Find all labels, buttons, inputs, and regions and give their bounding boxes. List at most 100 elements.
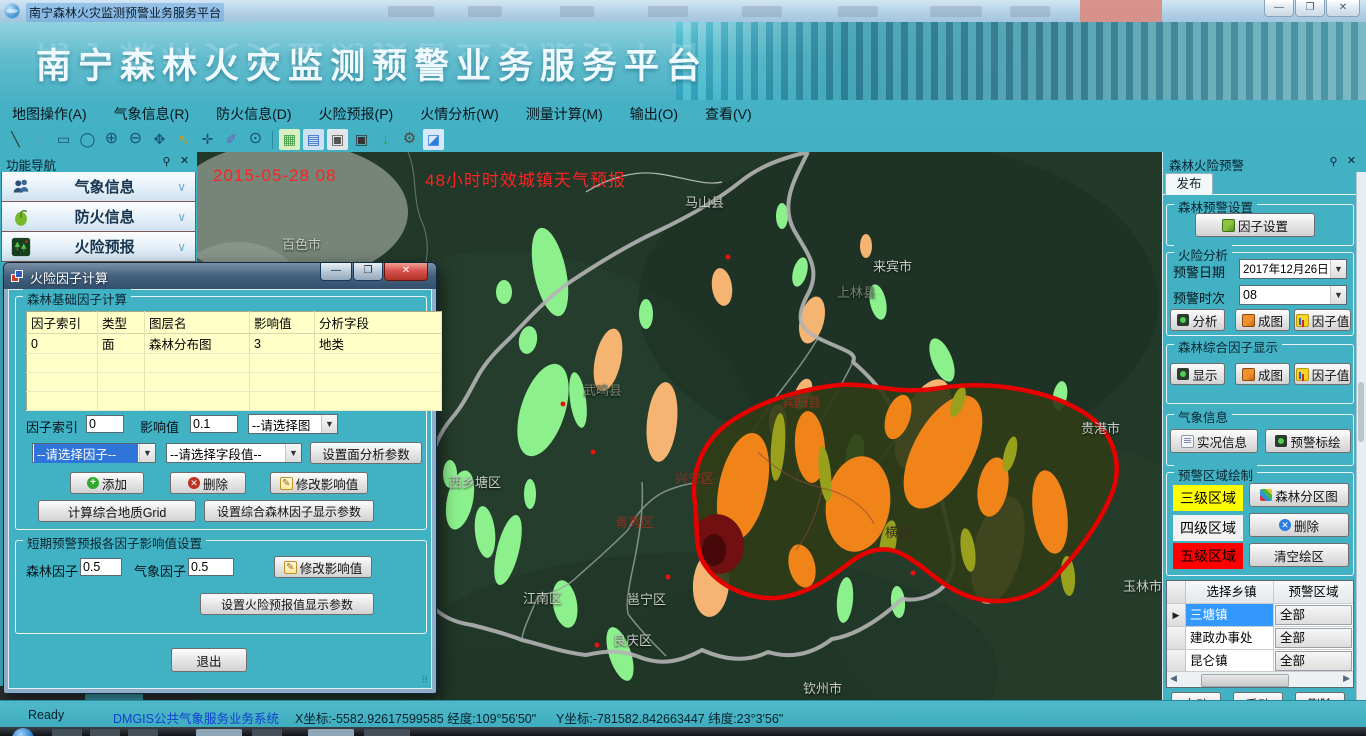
- make-map-button[interactable]: 成图: [1235, 309, 1290, 331]
- polygon-tool-icon[interactable]: ▱: [29, 129, 50, 150]
- window-close-button[interactable]: ✕: [1326, 0, 1360, 17]
- set-area-params-button[interactable]: 设置面分析参数: [310, 442, 422, 464]
- area-all-button[interactable]: 全部: [1275, 628, 1352, 648]
- download-icon[interactable]: ↓: [375, 129, 396, 150]
- table-row[interactable]: 昆仑镇 全部: [1167, 650, 1353, 673]
- dialog-minimize-button[interactable]: —: [320, 263, 352, 281]
- factor-combo[interactable]: --请选择因子-- ▼: [32, 443, 156, 463]
- menu-measure-calc[interactable]: 测量计算(M): [526, 104, 603, 124]
- table-row[interactable]: ▶ 三塘镇 全部: [1167, 604, 1353, 627]
- menu-fire-prevention[interactable]: 防火信息(D): [216, 104, 291, 124]
- table-row[interactable]: 0面 森林分布图3 地类: [27, 334, 442, 354]
- factor-table[interactable]: 因子索引 类型 图层名 影响值 分析字段 0面 森林分布图3 地类: [26, 311, 442, 411]
- pin-icon[interactable]: ⚲: [160, 155, 173, 168]
- close-icon[interactable]: ✕: [1345, 154, 1358, 167]
- horizontal-scrollbar[interactable]: ◀ ▶: [1167, 671, 1353, 687]
- pan-move-icon[interactable]: ✛: [197, 129, 218, 150]
- make-map-button[interactable]: 成图: [1235, 363, 1290, 385]
- identify-icon[interactable]: ✐: [221, 129, 242, 150]
- taskbar-item[interactable]: [252, 729, 282, 736]
- settings-gear-icon[interactable]: ⚙: [399, 129, 420, 150]
- pin-icon[interactable]: ⚲: [1327, 155, 1340, 168]
- sidebar-item-weather-info[interactable]: 气象信息 ∨: [1, 172, 196, 202]
- zoom-out-icon[interactable]: ⊖: [125, 129, 146, 150]
- modify-influence-button[interactable]: ✎ 修改影响值: [274, 556, 372, 578]
- zoom-select-icon[interactable]: ⊙: [245, 129, 266, 150]
- zoom-in-icon[interactable]: ⊕: [101, 129, 122, 150]
- field-value-combo[interactable]: --请选择字段值-- ▼: [166, 443, 302, 463]
- add-button[interactable]: + 添加: [70, 472, 144, 494]
- taskbar-item[interactable]: [52, 729, 82, 736]
- influence-input[interactable]: [190, 415, 238, 433]
- map-document-icon[interactable]: ▤: [303, 129, 324, 150]
- select-arrow-icon[interactable]: ↖: [173, 129, 194, 150]
- dialog-title-bar[interactable]: 火险因子计算 — ❐ ✕: [4, 263, 436, 289]
- warning-plot-button[interactable]: 预警标绘: [1265, 429, 1351, 453]
- live-info-button[interactable]: 实况信息: [1170, 429, 1258, 453]
- level4-area-swatch[interactable]: 四级区域: [1173, 515, 1243, 541]
- table-row[interactable]: 建政办事处 全部: [1167, 627, 1353, 650]
- area-all-button[interactable]: 全部: [1275, 651, 1352, 671]
- taskbar-item[interactable]: [196, 729, 242, 736]
- taskbar-item[interactable]: [364, 729, 410, 736]
- delete-button[interactable]: ✕ 删除: [170, 472, 246, 494]
- display-button[interactable]: 显示: [1170, 363, 1225, 385]
- print-icon[interactable]: ▣: [327, 129, 348, 150]
- forest-factor-input[interactable]: [80, 558, 122, 576]
- close-icon[interactable]: ✕: [178, 154, 191, 167]
- vertical-scrollbar[interactable]: [1356, 172, 1366, 700]
- menu-weather-info[interactable]: 气象信息(R): [114, 104, 189, 124]
- scrollbar-thumb[interactable]: [1201, 674, 1289, 687]
- print-export-icon[interactable]: ▣: [351, 129, 372, 150]
- ellipse-tool-icon[interactable]: ◯: [77, 129, 98, 150]
- scroll-right-icon[interactable]: ▶: [1343, 673, 1350, 684]
- window-minimize-button[interactable]: —: [1264, 0, 1294, 17]
- scroll-left-icon[interactable]: ◀: [1170, 673, 1177, 684]
- export-image-icon[interactable]: ▦: [279, 129, 300, 150]
- rectangle-tool-icon[interactable]: ▭: [53, 129, 74, 150]
- menu-fire-analysis[interactable]: 火情分析(W): [420, 104, 499, 124]
- menu-fire-risk-forecast[interactable]: 火险预报(P): [319, 104, 394, 124]
- manual-button[interactable]: 手动: [1233, 692, 1283, 700]
- menu-view[interactable]: 查看(V): [705, 104, 752, 124]
- factor-index-input[interactable]: [86, 415, 124, 433]
- clear-drawing-button[interactable]: 清空绘区: [1249, 543, 1349, 567]
- layer-combo[interactable]: --请选择图 ▼: [248, 414, 338, 434]
- factor-settings-button[interactable]: 因子设置: [1195, 213, 1315, 237]
- taskbar-item[interactable]: [90, 729, 120, 736]
- factor-value-button[interactable]: 因子值: [1294, 309, 1351, 331]
- warning-date-combo[interactable]: 2017年12月26日 ▼: [1239, 259, 1347, 279]
- start-button[interactable]: [12, 728, 34, 736]
- menu-map-operations[interactable]: 地图操作(A): [12, 104, 87, 124]
- delete-button[interactable]: 删除: [1295, 692, 1345, 700]
- delete-area-button[interactable]: ✕ 删除: [1249, 513, 1349, 537]
- dialog-maximize-button[interactable]: ❐: [353, 263, 383, 281]
- weather-factor-input[interactable]: [188, 558, 234, 576]
- taskbar-item[interactable]: [128, 729, 158, 736]
- set-forecast-display-button[interactable]: 设置火险预报值显示参数: [200, 593, 374, 615]
- window-restore-button[interactable]: ❐: [1295, 0, 1325, 17]
- dialog-close-button[interactable]: ✕: [384, 263, 428, 281]
- sidebar-item-fire-risk-forecast[interactable]: 火险预报 ∨: [1, 232, 196, 262]
- resize-grip[interactable]: ⠿: [421, 675, 428, 686]
- factor-value-button[interactable]: 因子值: [1294, 363, 1351, 385]
- windows-taskbar[interactable]: [0, 727, 1366, 736]
- auto-button[interactable]: 自动: [1171, 692, 1221, 700]
- area-all-button[interactable]: 全部: [1275, 605, 1352, 625]
- calc-grid-button[interactable]: 计算综合地质Grid: [38, 500, 196, 522]
- analyze-button[interactable]: 分析: [1170, 309, 1225, 331]
- menu-output[interactable]: 输出(O): [630, 104, 678, 124]
- set-composite-display-button[interactable]: 设置综合森林因子显示参数: [204, 500, 374, 522]
- sidebar-item-fire-prevention[interactable]: 防火信息 ∨: [1, 202, 196, 232]
- warning-time-combo[interactable]: 08 ▼: [1239, 285, 1347, 305]
- scrollbar-thumb[interactable]: [1358, 382, 1364, 442]
- exit-button[interactable]: 退出: [171, 648, 247, 672]
- line-tool-icon[interactable]: ╲: [5, 129, 26, 150]
- pan-hand-icon[interactable]: ✥: [149, 129, 170, 150]
- level5-area-swatch[interactable]: 五级区域: [1173, 543, 1243, 569]
- image-viewer-icon[interactable]: ◪: [423, 129, 444, 150]
- taskbar-item[interactable]: [308, 729, 354, 736]
- tab-publish[interactable]: 发布: [1165, 173, 1213, 195]
- forest-zone-map-button[interactable]: 森林分区图: [1249, 483, 1349, 507]
- modify-influence-button[interactable]: ✎ 修改影响值: [270, 472, 368, 494]
